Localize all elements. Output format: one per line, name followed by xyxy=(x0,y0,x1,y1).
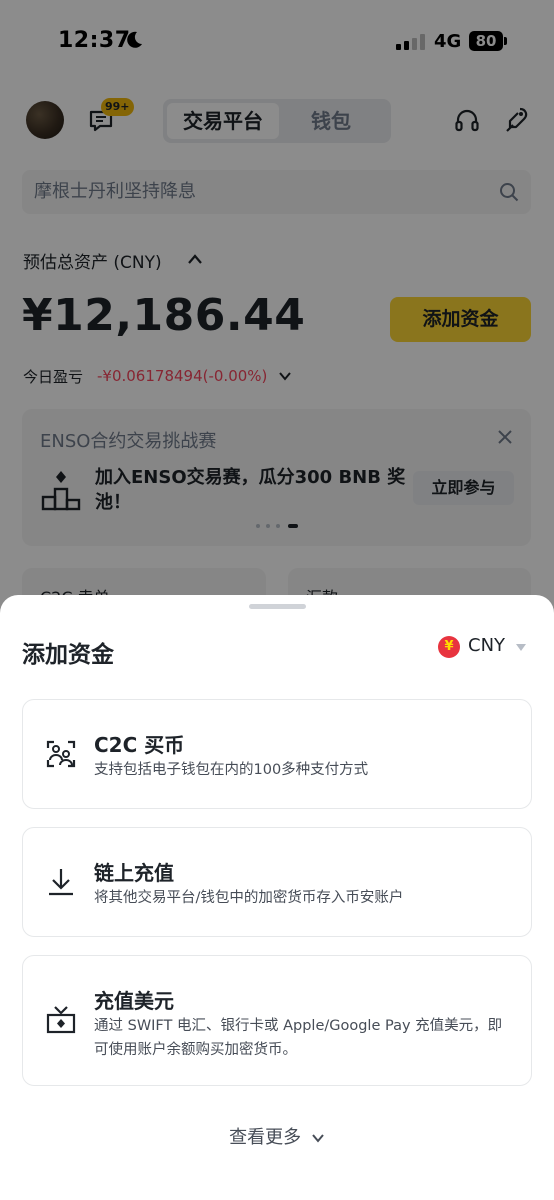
option-description: 将其他交易平台/钱包中的加密货币存入币安账户 xyxy=(94,890,404,906)
view-more-label: 查看更多 xyxy=(229,1127,302,1148)
option-onchain-deposit[interactable]: 链上充值 将其他交易平台/钱包中的加密货币存入币安账户 xyxy=(22,827,532,937)
currency-selector[interactable]: CNY xyxy=(468,635,505,656)
download-icon xyxy=(49,869,73,896)
currency-flag-icon[interactable]: ¥ xyxy=(438,636,460,658)
option-description: 通过 SWIFT 电汇、银行卡或 Apple/Google Pay 充值美元，即… xyxy=(94,1018,503,1058)
option-title: 链上充值 xyxy=(94,861,174,885)
caret-down-icon[interactable] xyxy=(516,644,526,651)
option-description: 支持包括电子钱包在内的100多种支付方式 xyxy=(94,762,369,778)
add-funds-sheet: 添加资金 ¥ CNY C2C 买币 支持包括电子钱包在内的100多种支付方式 链… xyxy=(0,595,554,1200)
option-title: 充值美元 xyxy=(94,989,174,1013)
fiat-deposit-icon xyxy=(46,1006,76,1034)
sheet-title: 添加资金 xyxy=(22,642,114,668)
c2c-person-scan-icon xyxy=(46,740,76,768)
option-usd-deposit[interactable]: 充值美元 通过 SWIFT 电汇、银行卡或 Apple/Google Pay 充… xyxy=(22,955,532,1086)
sheet-handle[interactable] xyxy=(249,604,306,609)
option-c2c-buy[interactable]: C2C 买币 支持包括电子钱包在内的100多种支付方式 xyxy=(22,699,532,809)
chevron-down-icon xyxy=(312,1134,324,1143)
option-title: C2C 买币 xyxy=(94,733,185,757)
view-more-button[interactable]: 查看更多 xyxy=(0,1123,554,1149)
